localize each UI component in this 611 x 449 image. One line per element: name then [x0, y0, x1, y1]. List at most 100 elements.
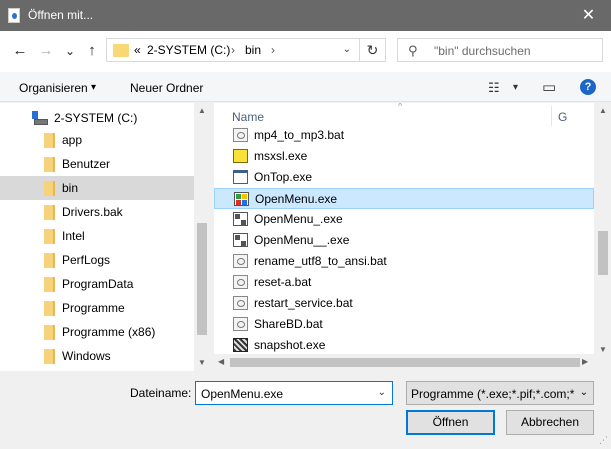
file-name: OpenMenu_.exe	[254, 212, 343, 226]
file-row[interactable]: OpenMenu.exe	[214, 188, 594, 209]
file-list[interactable]: ^ Name G mp4_to_mp3.bat msxsl.exe OnTop.ex…	[214, 103, 611, 371]
tree-item-label: Windows	[62, 349, 111, 363]
file-row[interactable]: reset-a.bat	[214, 272, 594, 293]
folder-icon	[44, 325, 55, 340]
file-row[interactable]: msxsl.exe	[214, 146, 594, 167]
close-button[interactable]: ✕	[566, 0, 611, 31]
column-header-name[interactable]: Name	[232, 110, 264, 124]
address-separator[interactable]: ›	[271, 43, 275, 57]
tree-scroll-thumb[interactable]	[197, 223, 207, 335]
preview-pane-icon[interactable]: ▭	[542, 78, 556, 96]
address-segment-bin[interactable]: bin	[245, 43, 261, 57]
exe-window-icon	[233, 170, 248, 184]
tree-item-drive[interactable]: 2-SYSTEM (C:)	[0, 106, 194, 130]
title-bar: Öffnen mit... ✕	[0, 0, 611, 31]
new-folder-button[interactable]: Neuer Ordner	[130, 81, 203, 95]
tree-item-folder[interactable]: bin	[0, 176, 194, 200]
address-bar[interactable]: « 2-SYSTEM (C:) › bin › ⌄ ↻	[106, 38, 386, 62]
filetype-dropdown-icon[interactable]: ⌄	[575, 382, 593, 404]
forward-button[interactable]: →	[36, 41, 56, 61]
scroll-left-icon[interactable]: ◀	[218, 357, 224, 366]
bat-file-icon	[233, 128, 248, 142]
tree-item-folder[interactable]: ProgramData	[0, 272, 194, 296]
open-button[interactable]: Öffnen	[406, 410, 495, 435]
tree-item-label: Intel	[62, 229, 85, 243]
tree-scrollbar[interactable]: ▲ ▼	[194, 103, 210, 371]
file-list-hscroll-thumb[interactable]	[230, 358, 580, 367]
organize-caret-icon[interactable]: ▾	[91, 82, 96, 93]
tree-item-folder[interactable]: Programme (x86)	[0, 320, 194, 344]
tree-item-folder[interactable]: app	[0, 128, 194, 152]
up-button[interactable]: ↑	[82, 41, 102, 61]
bat-file-icon	[233, 254, 248, 268]
folder-icon	[44, 229, 55, 244]
scroll-right-icon[interactable]: ▶	[582, 357, 588, 366]
filename-input[interactable]: OpenMenu.exe ⌄	[195, 381, 393, 405]
scroll-up-icon[interactable]: ▲	[198, 106, 206, 115]
recent-locations-button[interactable]: ⌄	[60, 41, 80, 61]
sort-ascending-icon: ^	[398, 103, 403, 111]
tree-item-folder[interactable]: Drivers.bak	[0, 200, 194, 224]
view-caret-icon[interactable]: ▾	[513, 82, 518, 93]
command-bar: Organisieren ▾ Neuer Ordner ☷ ▾ ▭ ?	[0, 72, 611, 102]
tree-item-folder[interactable]: PerfLogs	[0, 248, 194, 272]
view-options-icon[interactable]: ☷	[488, 80, 500, 96]
scroll-down-icon[interactable]: ▼	[198, 358, 206, 367]
filetype-value[interactable]: Programme (*.exe;*.pif;*.com;*	[411, 387, 574, 401]
file-row[interactable]: rename_utf8_to_ansi.bat	[214, 251, 594, 272]
navigation-tree[interactable]: 2-SYSTEM (C:) app Benutzer bin Drivers.bak I…	[0, 103, 210, 371]
file-list-vscrollbar[interactable]: ▲ ▼	[594, 103, 611, 371]
file-name: restart_service.bat	[254, 296, 353, 310]
file-list-hscrollbar[interactable]: ◀ ▶	[214, 354, 594, 371]
file-row[interactable]: OpenMenu_.exe	[214, 209, 594, 230]
file-name: snapshot.exe	[254, 338, 326, 352]
column-header-next[interactable]: G	[558, 110, 567, 124]
help-icon[interactable]: ?	[580, 79, 596, 95]
filename-value[interactable]: OpenMenu.exe	[201, 387, 283, 401]
file-name: mp4_to_mp3.bat	[254, 128, 345, 142]
search-input[interactable]: ⚲ "bin" durchsuchen	[397, 38, 603, 62]
folder-icon	[44, 301, 55, 316]
file-name: OpenMenu.exe	[255, 192, 338, 206]
file-row[interactable]: snapshot.exe	[214, 335, 594, 356]
scroll-up-icon[interactable]: ▲	[599, 106, 607, 115]
cancel-button[interactable]: Abbrechen	[506, 410, 594, 435]
back-button[interactable]: ←	[10, 41, 30, 61]
file-row[interactable]: mp4_to_mp3.bat	[214, 125, 594, 146]
address-overflow[interactable]: «	[134, 43, 141, 57]
tree-item-label: PerfLogs	[62, 253, 111, 267]
folder-icon	[44, 181, 55, 196]
file-row[interactable]: restart_service.bat	[214, 293, 594, 314]
filename-dropdown-icon[interactable]: ⌄	[378, 387, 386, 398]
file-row[interactable]: OnTop.exe	[214, 167, 594, 188]
navigation-bar: ← → ⌄ ↑ « 2-SYSTEM (C:) › bin › ⌄ ↻ ⚲ "b…	[0, 31, 611, 72]
tree-item-folder[interactable]: Intel	[0, 224, 194, 248]
folder-icon	[44, 157, 55, 172]
exe-grid-icon	[233, 212, 248, 226]
folder-icon	[113, 44, 129, 57]
organize-button[interactable]: Organisieren	[19, 81, 88, 95]
address-separator[interactable]: ›	[231, 43, 235, 57]
search-icon: ⚲	[408, 43, 418, 58]
snapshot-app-icon	[233, 338, 248, 352]
filetype-select[interactable]: Programme (*.exe;*.pif;*.com;* ⌄	[406, 381, 594, 405]
filename-label: Dateiname:	[130, 386, 192, 400]
tree-item-folder[interactable]: Programme	[0, 296, 194, 320]
file-name: OpenMenu__.exe	[254, 233, 350, 247]
bat-file-icon	[233, 296, 248, 310]
address-dropdown-icon[interactable]: ⌄	[343, 44, 351, 55]
file-name: ShareBD.bat	[254, 317, 323, 331]
file-row[interactable]: OpenMenu__.exe	[214, 230, 594, 251]
address-segment-drive[interactable]: 2-SYSTEM (C:)	[147, 43, 230, 57]
scroll-down-icon[interactable]: ▼	[599, 345, 607, 354]
drive-icon	[32, 111, 48, 125]
file-row[interactable]: ShareBD.bat	[214, 314, 594, 335]
tree-item-label: Drivers.bak	[62, 205, 123, 219]
tree-item-folder[interactable]: Benutzer	[0, 152, 194, 176]
resize-grip-icon[interactable]: ⋰	[599, 435, 608, 446]
column-divider[interactable]	[551, 106, 552, 126]
file-name: reset-a.bat	[254, 275, 312, 289]
file-list-scroll-thumb[interactable]	[598, 231, 608, 275]
refresh-button[interactable]: ↻	[359, 39, 385, 61]
tree-item-folder[interactable]: Windows	[0, 344, 194, 368]
